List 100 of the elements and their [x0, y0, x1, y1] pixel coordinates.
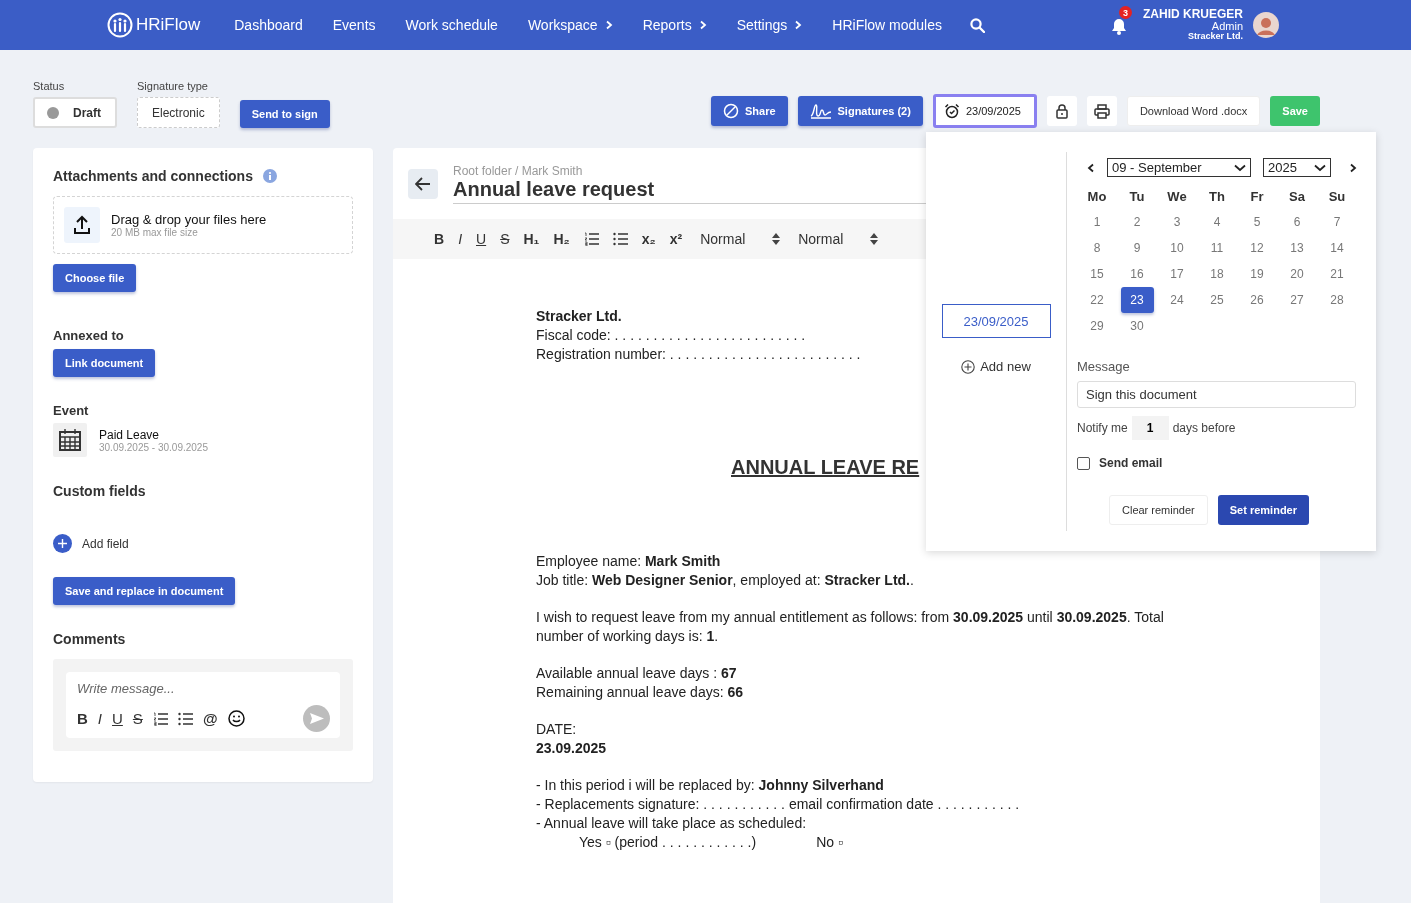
calendar-day[interactable]: 27 [1280, 287, 1314, 313]
back-button[interactable] [408, 169, 438, 199]
print-button[interactable] [1086, 96, 1117, 126]
previous-month-icon[interactable] [1087, 162, 1095, 173]
format-button[interactable]: B [77, 710, 88, 727]
calendar-day[interactable]: 16 [1120, 261, 1154, 287]
emoji-icon[interactable] [227, 710, 245, 727]
signature-type-button[interactable]: Electronic [137, 97, 220, 128]
format-select[interactable]: Normal [700, 231, 781, 247]
numbered-list-icon[interactable] [583, 232, 599, 246]
download-word-button[interactable]: Download Word .docx [1126, 96, 1261, 126]
status-button[interactable]: Draft [33, 97, 117, 128]
document-text: - Annual leave will take place as scheduled: [536, 814, 807, 833]
format-button[interactable]: H₁ [523, 231, 540, 247]
choose-file-button[interactable]: Choose file [53, 264, 137, 292]
nav-link[interactable]: Events [332, 17, 376, 33]
calendar-day[interactable]: 24 [1160, 287, 1194, 313]
calendar-day[interactable]: 20 [1280, 261, 1314, 287]
calendar-day[interactable]: 26 [1240, 287, 1274, 313]
format-button[interactable]: U [476, 231, 487, 247]
calendar-day[interactable]: 23 [1120, 287, 1154, 313]
numbered-list-icon[interactable] [152, 711, 168, 726]
nav-link[interactable]: Settings [736, 17, 803, 33]
calendar-day[interactable]: 3 [1160, 209, 1194, 235]
calendar-day[interactable]: 4 [1200, 209, 1234, 235]
calendar-icon [53, 423, 87, 457]
weekday-label: We [1167, 188, 1187, 204]
format-button[interactable]: B [434, 231, 445, 247]
calendar-day[interactable]: 22 [1080, 287, 1114, 313]
format-button[interactable]: x₂ [641, 231, 656, 247]
logo-text[interactable]: HRiFlow [136, 15, 201, 35]
calendar-day[interactable]: 28 [1320, 287, 1354, 313]
format-select[interactable]: Normal [798, 231, 879, 247]
link-document-button[interactable]: Link document [53, 349, 156, 377]
format-button[interactable]: H₂ [553, 231, 570, 247]
bullet-list-icon[interactable] [612, 232, 628, 246]
calendar-day[interactable]: 19 [1240, 261, 1274, 287]
nav-link[interactable]: Workspace [527, 17, 613, 33]
add-icon[interactable] [53, 534, 72, 553]
chevron-right-icon[interactable] [604, 20, 613, 30]
comment-editor[interactable]: Write message... B I U S @ [66, 672, 340, 738]
nav-link[interactable]: Dashboard [234, 17, 303, 33]
calendar-day[interactable]: 1 [1080, 209, 1114, 235]
calendar-day[interactable]: 15 [1080, 261, 1114, 287]
document-text: Registration number: . . . . . . . . . . . . . . . . . . . . . . . . . [536, 345, 861, 364]
calendar-day[interactable]: 10 [1160, 235, 1194, 261]
nav-link[interactable]: HRiFlow modules [832, 17, 942, 33]
share-button[interactable]: Share [710, 96, 788, 126]
format-button[interactable]: @ [202, 710, 218, 727]
calendar-day[interactable]: 8 [1080, 235, 1114, 261]
calendar-day[interactable]: 17 [1160, 261, 1194, 287]
calendar-day[interactable]: 7 [1320, 209, 1354, 235]
chevron-right-icon[interactable] [794, 20, 803, 30]
calendar-day[interactable]: 13 [1280, 235, 1314, 261]
format-button[interactable]: S [132, 710, 143, 727]
nav-link[interactable]: Work schedule [405, 17, 498, 33]
bullet-list-icon[interactable] [177, 711, 193, 726]
days-input[interactable]: 1 [1131, 416, 1169, 440]
format-button[interactable]: x² [669, 231, 683, 247]
clear-reminder-button[interactable]: Clear reminder [1109, 495, 1208, 525]
calendar-day[interactable]: 30 [1120, 313, 1154, 339]
add-field-link[interactable]: Add field [82, 536, 129, 551]
bell-icon[interactable] [1111, 17, 1127, 35]
format-button[interactable]: S [500, 231, 510, 247]
month-select[interactable]: 09 - September [1107, 158, 1251, 177]
chevron-right-icon[interactable] [698, 20, 707, 30]
next-month-icon[interactable] [1349, 162, 1357, 173]
event-name[interactable]: Paid Leave [99, 427, 208, 442]
send-email-label[interactable]: Send email [1099, 456, 1163, 470]
calendar-day[interactable]: 18 [1200, 261, 1234, 287]
save-replace-button[interactable]: Save and replace in document [53, 577, 236, 605]
search-icon[interactable] [970, 17, 985, 33]
calendar-day[interactable]: 2 [1120, 209, 1154, 235]
calendar-day[interactable]: 21 [1320, 261, 1354, 287]
lock-button[interactable] [1046, 96, 1077, 126]
calendar-day[interactable]: 6 [1280, 209, 1314, 235]
user-role: Admin [1211, 20, 1243, 32]
calendar-day[interactable]: 25 [1200, 287, 1234, 313]
calendar-day[interactable]: 14 [1320, 235, 1354, 261]
reminder-entry[interactable]: 23/09/2025 [941, 304, 1051, 338]
nav-link[interactable]: Reports [642, 17, 707, 33]
send-to-sign-button[interactable]: Send to sign [239, 100, 330, 128]
set-reminder-button[interactable]: Set reminder [1217, 495, 1309, 525]
file-dropzone[interactable]: Drag & drop your files here 20 MB max file size [53, 196, 353, 254]
send-email-checkbox[interactable] [1077, 456, 1090, 470]
calendar-day[interactable]: 12 [1240, 235, 1274, 261]
calendar-day[interactable]: 29 [1080, 313, 1114, 339]
signatures-button[interactable]: Signatures (2) [797, 96, 923, 126]
calendar-day[interactable]: 5 [1240, 209, 1274, 235]
year-select[interactable]: 2025 [1263, 158, 1331, 177]
format-button[interactable]: I [458, 231, 462, 247]
format-button[interactable]: I [97, 710, 102, 727]
calendar-day[interactable]: 11 [1200, 235, 1234, 261]
reminder-date-button[interactable]: 23/09/2025 [932, 94, 1037, 128]
format-button[interactable]: U [112, 710, 123, 727]
avatar-icon[interactable] [1253, 12, 1279, 38]
calendar-day[interactable]: 9 [1120, 235, 1154, 261]
add-new-button[interactable]: Add new [955, 358, 1037, 375]
message-input[interactable]: Sign this document [1077, 381, 1356, 408]
section-title: Attachments and connections [53, 168, 253, 184]
